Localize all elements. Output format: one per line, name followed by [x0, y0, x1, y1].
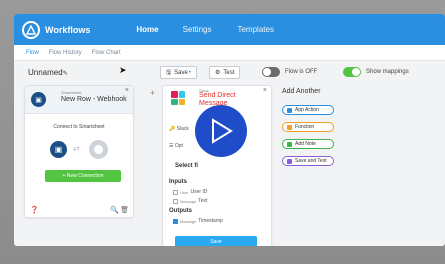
search-icon[interactable]: 🔍	[110, 206, 119, 214]
video-play-button[interactable]	[195, 105, 247, 157]
smartsheet-app-icon: ▣	[31, 92, 46, 107]
top-nav: Workflows Home Settings Templates	[14, 14, 445, 45]
flow-toggle[interactable]	[262, 67, 280, 77]
tab-flow-chart[interactable]: Flow Chart	[92, 50, 121, 56]
app-window: Workflows Home Settings Templates Flow F…	[14, 14, 445, 246]
edit-pencil-icon[interactable]: ✎	[63, 71, 68, 77]
add-note-button[interactable]: Add Note	[282, 139, 334, 149]
function-icon	[287, 124, 292, 130]
input-row[interactable]: User User ID	[173, 189, 207, 195]
checkbox-icon[interactable]	[173, 198, 178, 204]
connect-text: Connect to Smartsheet	[53, 124, 105, 130]
new-connection-button[interactable]: + New Connection	[45, 170, 121, 182]
cloud-icon	[287, 107, 292, 113]
slack-app-icon	[171, 91, 185, 105]
mappings-label: Show mappings	[366, 69, 409, 75]
smartsheet-connect-icon: ▣	[50, 141, 67, 158]
trigger-title: New Row - Webhook	[61, 96, 127, 103]
checkbox-icon[interactable]	[173, 189, 178, 195]
checkbox-icon[interactable]	[173, 218, 178, 224]
help-icon[interactable]: ❓	[30, 206, 39, 214]
output-row[interactable]: Message Timestamp	[173, 218, 223, 224]
flow-status: Flow is OFF	[285, 69, 318, 75]
function-button[interactable]: Function	[282, 122, 334, 132]
note-icon	[287, 141, 292, 147]
sub-tabs: Flow Flow History Flow Chart	[14, 45, 445, 61]
field-options[interactable]: ☰ Opt	[169, 143, 199, 151]
workflow-name[interactable]: Unnamed✎	[28, 68, 68, 77]
mouse-cursor-icon: ➤	[119, 65, 127, 75]
play-small-icon	[287, 158, 292, 164]
trigger-app-label: Smartsheet	[61, 90, 82, 95]
outputs-header: Outputs	[169, 208, 192, 214]
settings-icon: ☰	[169, 143, 174, 149]
close-icon[interactable]: ×	[263, 87, 267, 94]
save-button[interactable]: 🖫 Save •	[160, 66, 197, 79]
add-step-icon[interactable]: +	[150, 88, 155, 98]
swap-arrows-icon: ⇄	[73, 144, 80, 153]
add-another-title: Add Another	[282, 88, 321, 95]
gear-icon: ⚙	[215, 70, 221, 76]
save-and-test-button[interactable]: Save and Test	[282, 156, 334, 166]
tab-flow-history[interactable]: Flow History	[49, 50, 82, 56]
test-button[interactable]: ⚙ Test	[209, 66, 241, 79]
key-icon: 🔑	[169, 126, 176, 132]
mappings-toggle[interactable]	[343, 67, 361, 77]
trigger-card[interactable]: × ▣ Smartsheet New Row - Webhook Connect…	[24, 85, 134, 218]
tab-flow[interactable]: Flow	[26, 50, 39, 56]
nav-home[interactable]: Home	[136, 25, 158, 34]
save-icon: 🖫	[166, 69, 172, 76]
brand-name: Workflows	[45, 24, 91, 35]
nav-templates[interactable]: Templates	[237, 25, 273, 34]
nav-settings[interactable]: Settings	[183, 25, 212, 34]
input-row[interactable]: Message Text	[173, 198, 207, 204]
unsaved-dot: •	[188, 69, 191, 76]
close-icon[interactable]: ×	[125, 87, 129, 94]
select-fields-label: Select fi	[175, 163, 199, 169]
action-save-button[interactable]: Save	[175, 236, 257, 246]
toolbar: Unnamed✎ ➤ 🖫 Save • ⚙ Test Flow is OFF S…	[14, 61, 445, 83]
trash-icon[interactable]: 🗑	[120, 206, 129, 214]
play-icon	[212, 118, 233, 144]
workflows-logo-icon[interactable]	[22, 20, 40, 39]
add-another-panel: Add Another App Action Function Add Note…	[282, 88, 352, 178]
inputs-header: Inputs	[169, 179, 187, 185]
app-action-button[interactable]: App Action	[282, 105, 334, 115]
user-avatar-icon	[89, 140, 108, 159]
